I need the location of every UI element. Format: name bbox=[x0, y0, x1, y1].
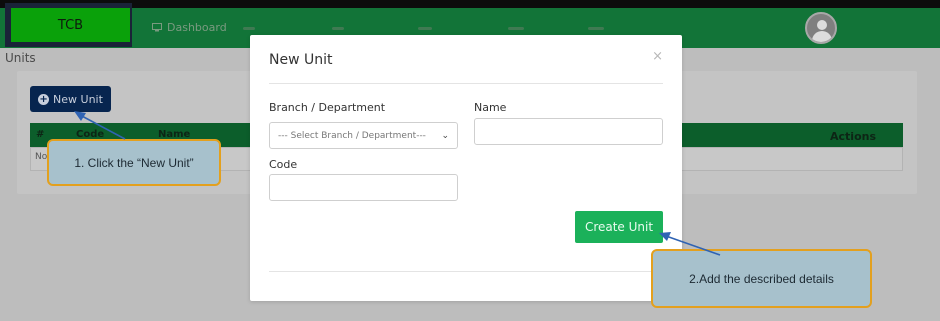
plus-circle-icon: + bbox=[38, 93, 50, 105]
empty-table-text: No bbox=[35, 152, 48, 162]
nav-item-hidden[interactable] bbox=[243, 27, 255, 30]
new-unit-button[interactable]: + New Unit bbox=[30, 86, 111, 112]
nav-item-hidden[interactable] bbox=[418, 27, 432, 30]
nav-item-hidden[interactable] bbox=[332, 27, 344, 30]
code-input[interactable] bbox=[269, 174, 458, 201]
page-title: Units bbox=[5, 51, 36, 65]
nav-dashboard-link[interactable]: Dashboard bbox=[152, 21, 227, 34]
modal-title: New Unit bbox=[269, 52, 333, 68]
close-icon[interactable]: × bbox=[652, 49, 663, 64]
avatar-body bbox=[812, 31, 832, 42]
code-label: Code bbox=[269, 158, 298, 171]
name-input[interactable] bbox=[474, 118, 663, 145]
callout-step-2: 2.Add the described details bbox=[651, 249, 872, 308]
nav-dashboard-label: Dashboard bbox=[167, 21, 227, 34]
column-header-number: # bbox=[36, 129, 45, 140]
callout-step-1: 1. Click the “New Unit” bbox=[47, 139, 221, 186]
branch-department-placeholder: --- Select Branch / Department--- bbox=[278, 130, 426, 141]
nav-item-hidden[interactable] bbox=[508, 27, 524, 30]
branch-department-label: Branch / Department bbox=[269, 101, 386, 114]
create-unit-button[interactable]: Create Unit bbox=[575, 211, 663, 243]
column-header-actions: Actions bbox=[830, 130, 876, 143]
new-unit-label: New Unit bbox=[53, 92, 103, 106]
brand-highlight-frame: TCB bbox=[5, 3, 132, 47]
chevron-down-icon: ⌄ bbox=[441, 130, 449, 141]
brand-logo[interactable]: TCB bbox=[11, 8, 130, 42]
top-strip bbox=[0, 0, 940, 8]
new-unit-modal: New Unit × Branch / Department --- Selec… bbox=[250, 35, 682, 301]
avatar-head bbox=[817, 20, 827, 30]
nav-item-hidden[interactable] bbox=[588, 27, 604, 30]
monitor-icon bbox=[152, 23, 162, 32]
name-label: Name bbox=[474, 101, 507, 114]
branch-department-select[interactable]: --- Select Branch / Department--- ⌄ bbox=[269, 122, 458, 149]
modal-header-divider bbox=[269, 83, 663, 84]
user-avatar[interactable] bbox=[805, 12, 837, 44]
modal-footer-divider bbox=[269, 271, 663, 272]
